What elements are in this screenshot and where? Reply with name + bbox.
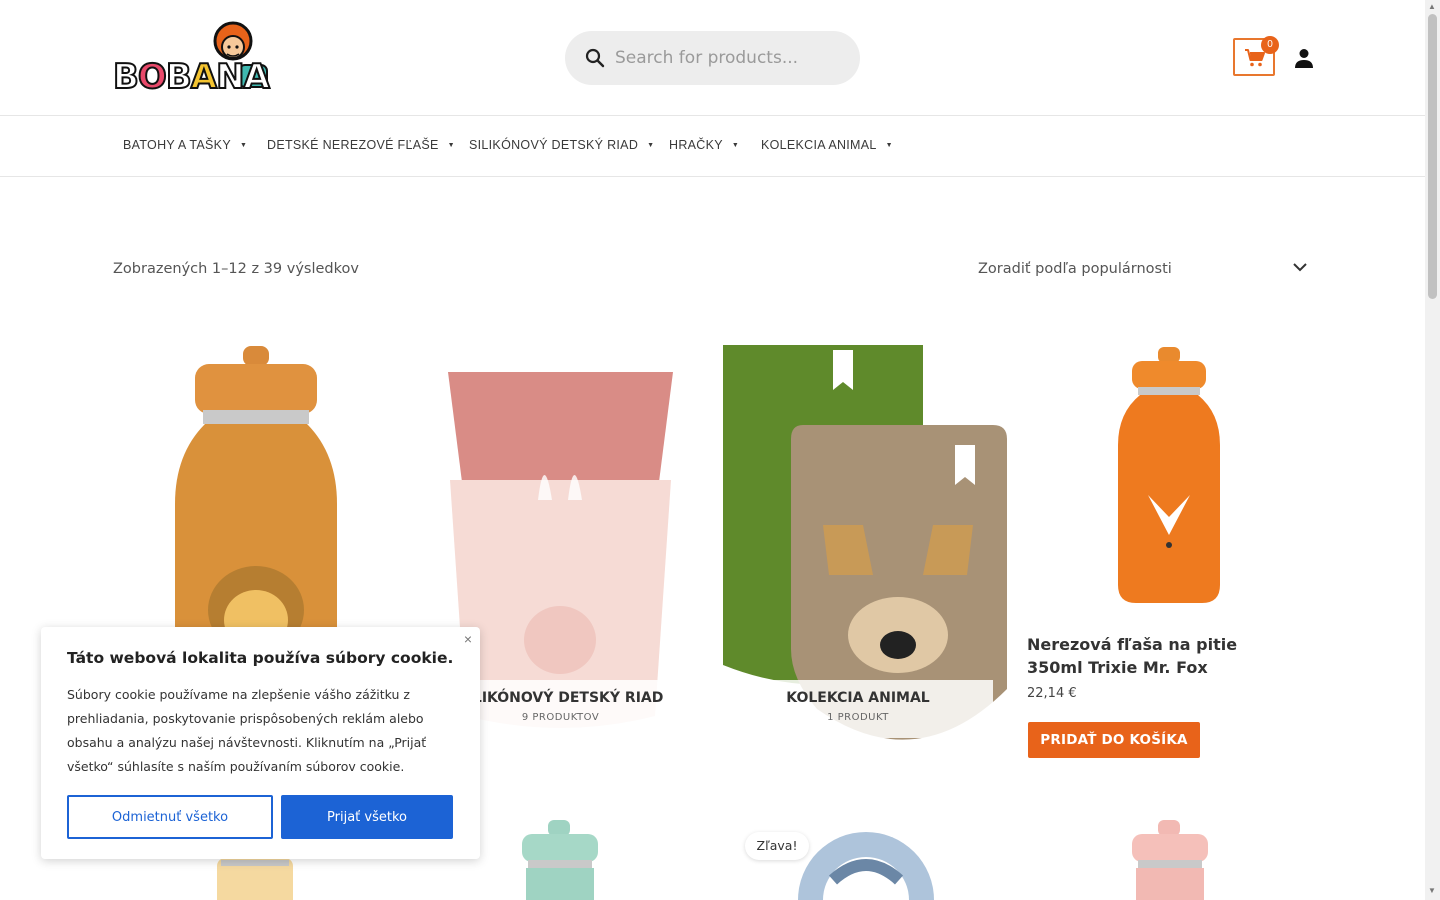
product-image-pink-bottle <box>1132 820 1208 900</box>
cookie-title: Táto webová lokalita používa súbory cook… <box>67 649 454 667</box>
results-count: Zobrazených 1–12 z 39 výsledkov <box>113 261 359 277</box>
search-bar <box>565 31 860 85</box>
add-to-cart-button[interactable]: PRIDAŤ DO KOŠÍKA <box>1028 722 1200 758</box>
accept-all-button[interactable]: Prijať všetko <box>281 795 453 839</box>
sort-label: Zoradiť podľa populárnosti <box>978 261 1172 277</box>
product-price: 22,14 € <box>1027 686 1077 701</box>
cart-count-badge: 0 <box>1261 36 1279 54</box>
dropdown-caret-icon: ▼ <box>885 142 893 149</box>
scroll-down-icon[interactable]: ▼ <box>1428 886 1436 895</box>
product-card[interactable] <box>1028 345 1313 610</box>
dropdown-caret-icon: ▼ <box>239 142 248 149</box>
category-card-kolekcia[interactable]: KOLEKCIA ANIMAL 1 PRODUKT <box>723 345 1008 765</box>
user-account-icon[interactable] <box>1294 48 1314 68</box>
page-scrollbar[interactable]: ▲ ▼ <box>1425 0 1440 900</box>
search-icon[interactable] <box>585 48 605 68</box>
product-image-fox-bottle <box>1118 347 1220 603</box>
nav-item-kolekcia[interactable]: KOLEKCIA ANIMAL ▼ <box>761 138 893 152</box>
dropdown-caret-icon: ▼ <box>647 142 655 149</box>
nav-item-riad[interactable]: SILIKÓNOVÝ DETSKÝ RIAD ▼ <box>469 138 654 152</box>
search-input[interactable] <box>615 43 845 73</box>
scrollbar-thumb[interactable] <box>1428 14 1437 299</box>
nav-item-hracky[interactable]: HRAČKY ▼ <box>669 138 739 152</box>
product-card[interactable] <box>1028 820 1313 900</box>
nav-item-batohy[interactable]: BATOHY A TAŠKY ▼ <box>123 138 247 152</box>
scroll-up-icon[interactable]: ▲ <box>1428 2 1436 11</box>
dropdown-caret-icon: ▼ <box>447 142 455 149</box>
cookie-text: Súbory cookie používame na zlepšenie váš… <box>67 687 427 774</box>
main-navigation: BATOHY A TAŠKY ▼ DETSKÉ NEREZOVÉ FĽAŠE ▼ S… <box>0 116 1425 177</box>
dropdown-caret-icon: ▼ <box>731 142 740 149</box>
category-title: KOLEKCIA ANIMAL <box>786 690 930 706</box>
site-logo[interactable]: BOBANA <box>112 17 283 98</box>
close-icon[interactable]: × <box>464 631 472 647</box>
product-card[interactable]: Zľava! <box>723 820 1008 900</box>
site-header: BOBANA 0 <box>0 0 1425 116</box>
logo-text: BOBANA <box>112 56 271 98</box>
product-title[interactable]: Nerezová fľaša na pitie 350ml Trixie Mr.… <box>1027 633 1297 679</box>
sort-select[interactable]: Zoradiť podľa populárnosti <box>978 260 1308 282</box>
category-label: KOLEKCIA ANIMAL 1 PRODUKT <box>723 680 993 738</box>
category-count: 1 PRODUKT <box>827 712 889 723</box>
sale-badge: Zľava! <box>745 832 809 860</box>
reject-all-button[interactable]: Odmietnuť všetko <box>67 795 273 839</box>
nav-item-flase[interactable]: DETSKÉ NEREZOVÉ FĽAŠE ▼ <box>267 138 455 152</box>
cookie-consent-dialog: × Táto webová lokalita používa súbory co… <box>41 627 480 859</box>
chevron-down-icon <box>1293 263 1307 272</box>
cart-button[interactable]: 0 <box>1233 36 1279 76</box>
